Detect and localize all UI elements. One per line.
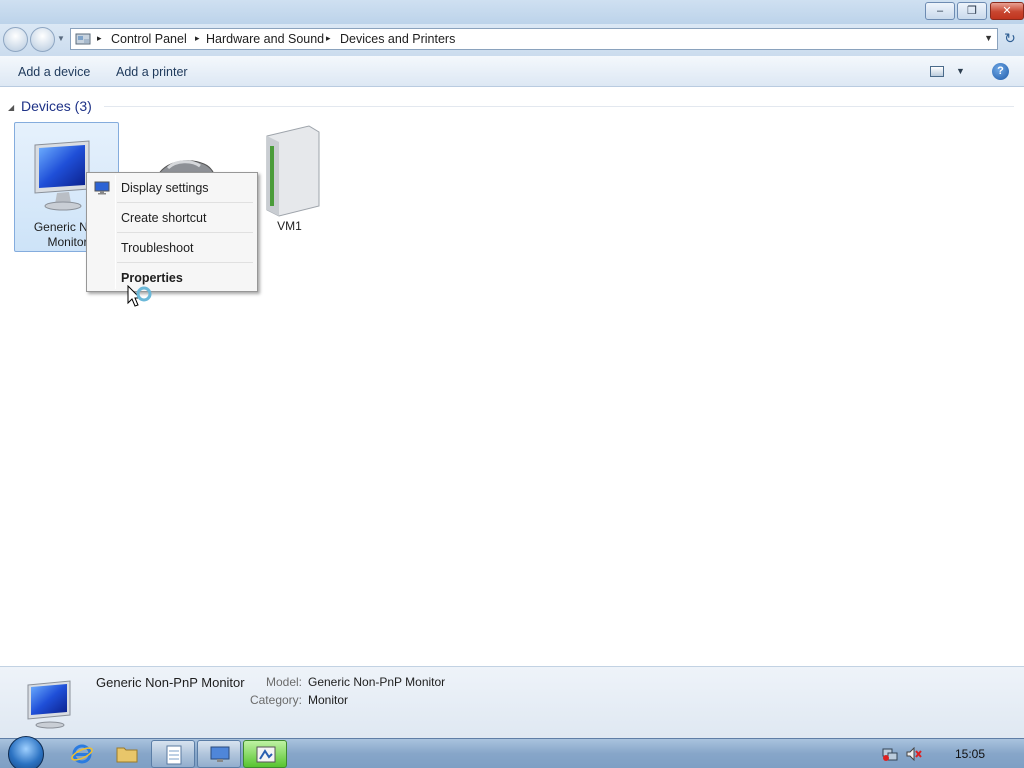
menu-item-label: Create shortcut — [121, 211, 207, 225]
details-model-value: Generic Non-PnP Monitor — [308, 675, 446, 689]
breadcrumb-devices-and-printers[interactable]: Devices and Printers — [340, 32, 455, 46]
view-options-dropdown-icon[interactable]: ▼ — [956, 66, 965, 76]
details-category-label: Category: — [249, 693, 302, 707]
monitor-icon — [27, 680, 71, 729]
taskbar-internet-explorer[interactable] — [60, 740, 104, 768]
folder-icon — [116, 747, 138, 763]
start-button[interactable] — [8, 736, 44, 768]
address-bar[interactable]: ▸ Control Panel ▸ Hardware and Sound ▸ D… — [70, 28, 998, 50]
forward-button[interactable] — [30, 27, 55, 52]
control-panel-icon — [75, 33, 91, 45]
command-bar: Add a device Add a printer ▼ ? — [0, 56, 1024, 87]
menu-separator — [117, 262, 253, 263]
breadcrumb-separator[interactable]: ▸ — [195, 33, 200, 44]
add-device-button[interactable]: Add a device — [18, 65, 90, 79]
menu-item-label: Troubleshoot — [121, 241, 194, 255]
menu-item-create-shortcut[interactable]: Create shortcut — [89, 205, 255, 231]
close-button[interactable]: ✕ — [990, 2, 1024, 20]
computer-tower-icon — [266, 125, 320, 217]
network-disconnected-icon[interactable] — [882, 747, 898, 761]
taskbar-clock[interactable]: 15:05 — [955, 747, 985, 761]
title-bar: – ❐ ✕ — [0, 0, 1024, 24]
device-context-menu: Display settings Create shortcut Trouble… — [86, 172, 258, 292]
details-device-name: Generic Non-PnP Monitor — [96, 675, 245, 690]
menu-item-label: Properties — [121, 271, 183, 285]
recent-pages-dropdown[interactable]: ▼ — [57, 34, 65, 43]
display-icon — [210, 746, 230, 762]
menu-item-display-settings[interactable]: Display settings — [89, 175, 255, 201]
menu-separator — [117, 232, 253, 233]
devices-content-pane: ◢ Devices (3) Generic Non Monitor VM1 Di… — [0, 88, 1024, 666]
group-divider — [104, 106, 1014, 107]
internet-explorer-icon — [71, 744, 93, 764]
notepad-icon — [166, 745, 182, 765]
add-printer-button[interactable]: Add a printer — [116, 65, 188, 79]
menu-separator — [117, 202, 253, 203]
taskbar-windows-explorer[interactable] — [105, 740, 149, 768]
control-panel-icon — [256, 746, 276, 763]
menu-item-troubleshoot[interactable]: Troubleshoot — [89, 235, 255, 261]
menu-item-label: Display settings — [121, 181, 209, 195]
refresh-icon[interactable]: ↻ — [1000, 30, 1020, 50]
help-icon[interactable]: ? — [992, 63, 1009, 80]
taskbar: 15:05 — [0, 736, 1024, 768]
mouse-cursor-icon — [127, 285, 152, 307]
minimize-button[interactable]: – — [925, 2, 955, 20]
devices-group-header[interactable]: Devices (3) — [21, 98, 92, 114]
display-settings-icon — [94, 181, 110, 195]
back-button[interactable] — [3, 27, 28, 52]
volume-muted-icon[interactable] — [906, 747, 922, 761]
details-category-value: Monitor — [308, 693, 349, 707]
details-model-label: Model: — [265, 675, 302, 689]
breadcrumb-control-panel[interactable]: Control Panel — [111, 32, 187, 46]
breadcrumb-separator[interactable]: ▸ — [97, 33, 102, 44]
change-view-icon[interactable] — [930, 66, 944, 77]
address-dropdown-icon[interactable]: ▼ — [984, 33, 993, 43]
taskbar-notepad[interactable] — [151, 740, 195, 768]
details-pane: Generic Non-PnP Monitor Model: Generic N… — [0, 666, 1024, 738]
menu-item-properties[interactable]: Properties — [89, 265, 255, 291]
taskbar-display[interactable] — [197, 740, 241, 768]
maximize-button[interactable]: ❐ — [957, 2, 987, 20]
breadcrumb-hardware-and-sound[interactable]: Hardware and Sound — [206, 32, 324, 46]
navigation-bar: ▼ ▸ Control Panel ▸ Hardware and Sound ▸… — [0, 24, 1024, 56]
collapse-group-icon[interactable]: ◢ — [8, 103, 14, 112]
taskbar-control-panel-active[interactable] — [243, 740, 287, 768]
breadcrumb-separator[interactable]: ▸ — [326, 33, 331, 44]
